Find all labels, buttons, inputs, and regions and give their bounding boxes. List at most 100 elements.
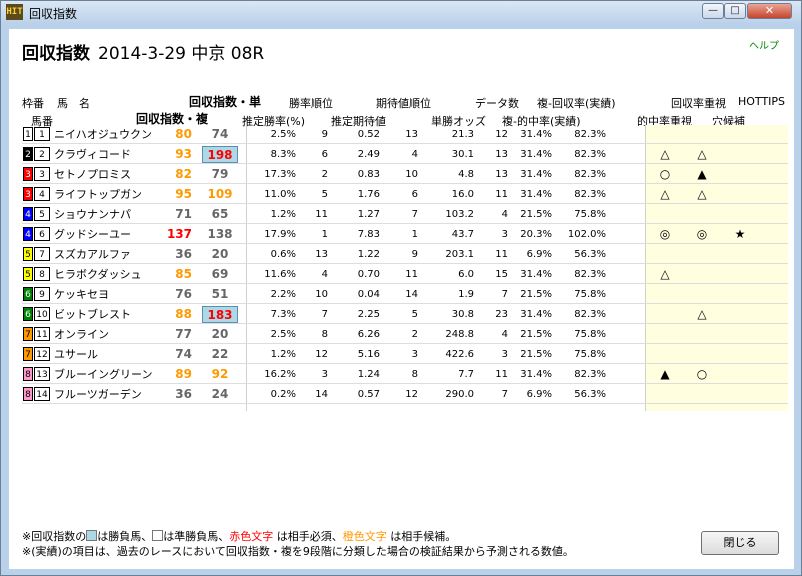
win-rate-rank: 11 [315, 209, 328, 220]
waku-number: 4 [23, 207, 33, 221]
index-tan-value: 74 [175, 347, 192, 361]
return-priority-mark [692, 125, 712, 144]
est-win-rate: 0.6% [270, 249, 296, 260]
win-odds: 248.8 [445, 329, 474, 340]
horse-name: セトノプロミス [54, 168, 131, 181]
win-odds: 43.7 [451, 229, 474, 240]
waku-number: 7 [23, 327, 33, 341]
fuku-return-rate: 56.3% [574, 389, 606, 400]
return-priority-mark [692, 265, 712, 284]
hit-priority-mark [655, 345, 675, 364]
est-win-rate: 2.5% [270, 129, 296, 140]
table-row[interactable]: 8 13 ブルーイングリーン 89 92 16.2% 3 1.24 8 7.7 11 31.4% 82.… [22, 365, 788, 384]
expected-value-rank: 1 [411, 229, 418, 240]
table-row[interactable]: 2 2 クラヴィコード 93 198 8.3% 6 2.49 4 30.1 13 31.4% 82.3%… [22, 145, 788, 164]
fuku-hit-rate: 20.3% [520, 229, 552, 240]
legend-line-1: ※回収指数の は勝負馬、 は準勝負馬、赤色文字 は相手必須、橙色文字 は相手候補。 [22, 529, 574, 544]
data-count: 23 [495, 309, 508, 320]
win-odds: 21.3 [451, 129, 474, 140]
horse-name: グッドシーユー [54, 228, 131, 241]
title-bar[interactable]: HIT 回収指数 — □ ✕ [1, 1, 801, 23]
table-row[interactable]: 4 5 ショウナンナパ 71 65 1.2% 11 1.27 7 103.2 4 21.5% 75.8% [22, 205, 788, 224]
expected-value-rank: 4 [411, 149, 418, 160]
data-count: 15 [495, 269, 508, 280]
index-fuku-value: 24 [211, 387, 229, 401]
data-count: 11 [495, 189, 508, 200]
return-priority-mark [692, 205, 712, 224]
fuku-return-rate: 82.3% [574, 129, 606, 140]
waku-number: 4 [23, 227, 33, 241]
legend-line-2: ※(実績)の項目は、過去のレースにおいて回収指数・複を9段階に分類した場合の検証… [22, 545, 574, 558]
win-odds: 30.8 [451, 309, 474, 320]
table-row[interactable]: 4 6 グッドシーユー 137 138 17.9% 1 7.83 1 43.7 3 20.3% 102.… [22, 225, 788, 244]
waku-number: 6 [23, 307, 33, 321]
fuku-hit-rate: 21.5% [520, 329, 552, 340]
longshot-mark [730, 145, 750, 164]
minimize-button[interactable]: — [702, 3, 724, 19]
table-row[interactable]: 6 9 ケッキセヨ 76 51 2.2% 10 0.04 14 1.9 7 21.5% 75.8% [22, 285, 788, 304]
maximize-button[interactable]: □ [724, 3, 746, 19]
table-row[interactable]: 6 10 ビットブレスト 88 183 7.3% 7 2.25 5 30.8 23 31.4% 82.3… [22, 305, 788, 324]
help-link[interactable]: ヘルプ [749, 37, 779, 52]
data-count: 13 [495, 169, 508, 180]
waku-number: 3 [23, 167, 33, 181]
data-count: 13 [495, 149, 508, 160]
horse-number: 6 [34, 227, 50, 241]
horse-number: 3 [34, 167, 50, 181]
fuku-hit-rate: 31.4% [520, 149, 552, 160]
horse-name: ブルーイングリーン [54, 368, 153, 381]
index-fuku-value: 22 [211, 347, 229, 361]
horse-name: ビットブレスト [54, 308, 131, 321]
index-fuku-value: 92 [211, 367, 229, 381]
horse-name: スズカアルファ [54, 248, 131, 261]
window-close-button[interactable]: ✕ [747, 3, 792, 19]
expected-value-rank: 9 [411, 249, 418, 260]
waku-number: 1 [23, 127, 33, 141]
win-rate-rank: 8 [321, 329, 328, 340]
index-fuku-value: 138 [207, 227, 233, 241]
est-expected-value: 7.83 [357, 229, 380, 240]
index-tan-value: 93 [175, 147, 192, 161]
fuku-return-rate: 82.3% [574, 369, 606, 380]
fuku-return-rate: 82.3% [574, 309, 606, 320]
longshot-mark [730, 165, 750, 184]
win-odds: 1.9 [458, 289, 474, 300]
table-row[interactable]: 1 1 ニイハオジュウクン 80 74 2.5% 9 0.52 13 21.3 12 31.4% 82.… [22, 125, 788, 144]
hit-priority-mark [655, 325, 675, 344]
table-row[interactable]: 5 7 スズカアルファ 36 20 0.6% 13 1.22 9 203.1 11 6.9% 56.3% [22, 245, 788, 264]
window-title: 回収指数 [29, 7, 78, 21]
waku-number: 8 [23, 387, 33, 401]
return-priority-mark [692, 385, 712, 404]
header-hottips: HOTTIPS [738, 95, 786, 108]
fuku-hit-rate: 21.5% [520, 209, 552, 220]
win-odds: 16.0 [451, 189, 474, 200]
index-fuku-value: 51 [211, 287, 229, 301]
expected-value-rank: 11 [405, 269, 418, 280]
est-expected-value: 0.83 [357, 169, 380, 180]
table-row[interactable]: 7 12 ユサール 74 22 1.2% 12 5.16 3 422.6 3 21.5% 75.8% [22, 345, 788, 364]
index-table: 1 1 ニイハオジュウクン 80 74 2.5% 9 0.52 13 21.3 12 31.4% 82.… [22, 125, 788, 411]
return-priority-mark: △ [697, 307, 707, 321]
table-row[interactable]: 7 11 オンライン 77 20 2.5% 8 6.26 2 248.8 4 21.5% 75.8% [22, 325, 788, 344]
table-row[interactable]: 3 3 セトノプロミス 82 79 17.3% 2 0.83 10 4.8 13 31.4% 82.3%… [22, 165, 788, 184]
table-row[interactable]: 5 8 ヒラボクダッシュ 85 69 11.6% 4 0.70 11 6.0 15 31.4% 82.3… [22, 265, 788, 284]
fuku-return-rate: 75.8% [574, 329, 606, 340]
hit-priority-mark [655, 245, 675, 264]
win-rate-rank: 6 [321, 149, 328, 160]
horse-number: 9 [34, 287, 50, 301]
table-row[interactable]: 8 14 フルーツガーデン 36 24 0.2% 14 0.57 12 290.0 7 6.9% 56.… [22, 385, 788, 404]
index-fuku-value: 74 [211, 127, 229, 141]
win-odds: 290.0 [445, 389, 474, 400]
est-expected-value: 0.57 [357, 389, 380, 400]
expected-value-rank: 2 [411, 329, 418, 340]
win-rate-rank: 9 [321, 129, 328, 140]
return-priority-mark [692, 345, 712, 364]
win-rate-rank: 14 [315, 389, 328, 400]
app-icon: HIT [6, 4, 23, 20]
fuku-hit-rate: 6.9% [526, 249, 552, 260]
close-button[interactable]: 閉じる [701, 531, 779, 555]
est-expected-value: 1.27 [357, 209, 380, 220]
win-rate-rank: 2 [321, 169, 328, 180]
table-row[interactable]: 3 4 ライフトップガン 95 109 11.0% 5 1.76 6 16.0 11 31.4% 82.… [22, 185, 788, 204]
index-tan-value: 88 [175, 307, 192, 321]
